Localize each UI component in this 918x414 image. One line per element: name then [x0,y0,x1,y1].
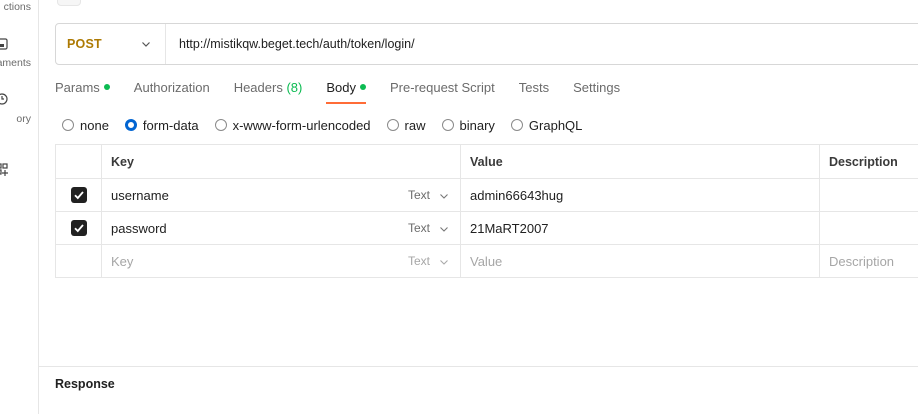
tab-settings[interactable]: Settings [573,78,620,104]
value-input[interactable]: 21MaRT2007 [460,212,819,244]
table-header-row: Key Value Description [56,145,918,179]
key-input[interactable]: password [101,212,397,244]
tab-headers[interactable]: Headers (8) [234,78,303,104]
radio-label: form-data [142,117,199,133]
chevron-down-icon [440,227,448,232]
radio-label: raw [404,117,426,133]
radio-label: GraphQL [528,117,583,133]
row-check-cell [56,212,101,244]
type-label: Text [408,254,431,268]
type-dropdown[interactable]: Text [397,212,460,244]
tab-label: Params [55,80,100,95]
tab-label: Settings [573,80,621,95]
radio-circle-checked [124,119,137,131]
params-indicator-dot [103,84,110,90]
tab-label: Body [326,80,356,95]
radio-circle [441,119,454,131]
tab-pre-request-script[interactable]: Pre-request Script [390,78,495,104]
sidebar-item-history[interactable]: ory [0,89,38,129]
tab-body[interactable]: Body [326,78,366,104]
key-input[interactable]: Key [101,245,397,277]
radio-label: binary [459,117,495,133]
chevron-down-icon [440,260,448,265]
table-row: password Text 21MaRT2007 [56,212,918,245]
radio-circle [510,119,523,131]
method-label: POST [67,37,102,51]
body-indicator-dot [359,84,366,90]
column-header-description: Description [819,145,918,178]
radio-graphql[interactable]: GraphQL [510,117,583,133]
table-row: username Text admin66643hug [56,179,918,212]
radio-form-data[interactable]: form-data [124,117,199,133]
environments-icon [0,38,8,50]
key-input[interactable]: username [101,179,397,211]
check-icon [73,224,84,233]
row-check-cell [56,245,101,277]
chevron-down-icon [142,42,150,47]
header-check-cell [56,145,101,178]
add-workspace-icon [0,163,8,176]
radio-label: x-www-form-urlencoded [232,117,371,133]
radio-none[interactable]: none [62,118,109,133]
type-dropdown[interactable]: Text [397,245,460,277]
tab-label: Pre-request Script [389,80,495,95]
history-icon [0,93,8,105]
form-data-table: Key Value Description username Text admi… [55,144,918,278]
value-input[interactable]: Value [460,245,819,277]
table-row-placeholder: Key Text Value Description [56,245,918,278]
response-divider[interactable] [39,366,918,367]
sidebar-item-add-workspace[interactable] [0,158,38,198]
tab-label: Headers [233,80,283,95]
radio-circle [386,119,399,131]
tab-params[interactable]: Params [55,78,110,104]
row-enabled-checkbox[interactable] [70,187,87,203]
method-dropdown[interactable]: POST [56,24,166,64]
row-check-cell [56,179,101,211]
left-sidebar: ctions aments ory [0,0,39,414]
column-header-value: Value [460,145,819,178]
tab-tests[interactable]: Tests [519,78,549,104]
type-label: Text [408,221,431,235]
radio-circle [214,119,227,131]
description-input[interactable] [819,212,918,244]
row-enabled-checkbox[interactable] [70,220,87,236]
request-bar: POST http://mistikqw.beget.tech/auth/tok… [55,23,918,65]
column-header-key: Key [101,145,397,178]
description-input[interactable] [819,179,918,211]
sidebar-item-label: ctions [3,1,31,13]
url-input[interactable]: http://mistikqw.beget.tech/auth/token/lo… [166,24,918,64]
radio-circle [62,119,74,131]
sidebar-item-label: aments [0,57,31,69]
sidebar-item-label: ory [16,113,31,125]
chevron-down-icon [440,194,448,199]
request-tabs: Params Authorization Headers (8) Body Pr… [55,78,644,104]
description-input[interactable]: Description [819,245,918,277]
headers-count: (8) [286,80,303,95]
radio-x-www-form-urlencoded[interactable]: x-www-form-urlencoded [214,117,371,133]
check-icon [73,191,84,200]
radio-label: none [80,117,109,133]
body-type-radio-group: none form-data x-www-form-urlencoded raw… [62,116,598,134]
radio-raw[interactable]: raw [386,117,426,133]
tab-authorization[interactable]: Authorization [134,78,210,104]
tab-label: Tests [518,80,550,95]
value-input[interactable]: admin66643hug [460,179,819,211]
type-label: Text [408,188,431,202]
type-dropdown[interactable]: Text [397,179,460,211]
radio-binary[interactable]: binary [441,117,495,133]
tab-label: Authorization [133,80,210,95]
sidebar-item-environments[interactable]: aments [0,32,38,72]
request-tab-stub[interactable] [57,0,81,6]
response-title: Response [55,377,115,391]
